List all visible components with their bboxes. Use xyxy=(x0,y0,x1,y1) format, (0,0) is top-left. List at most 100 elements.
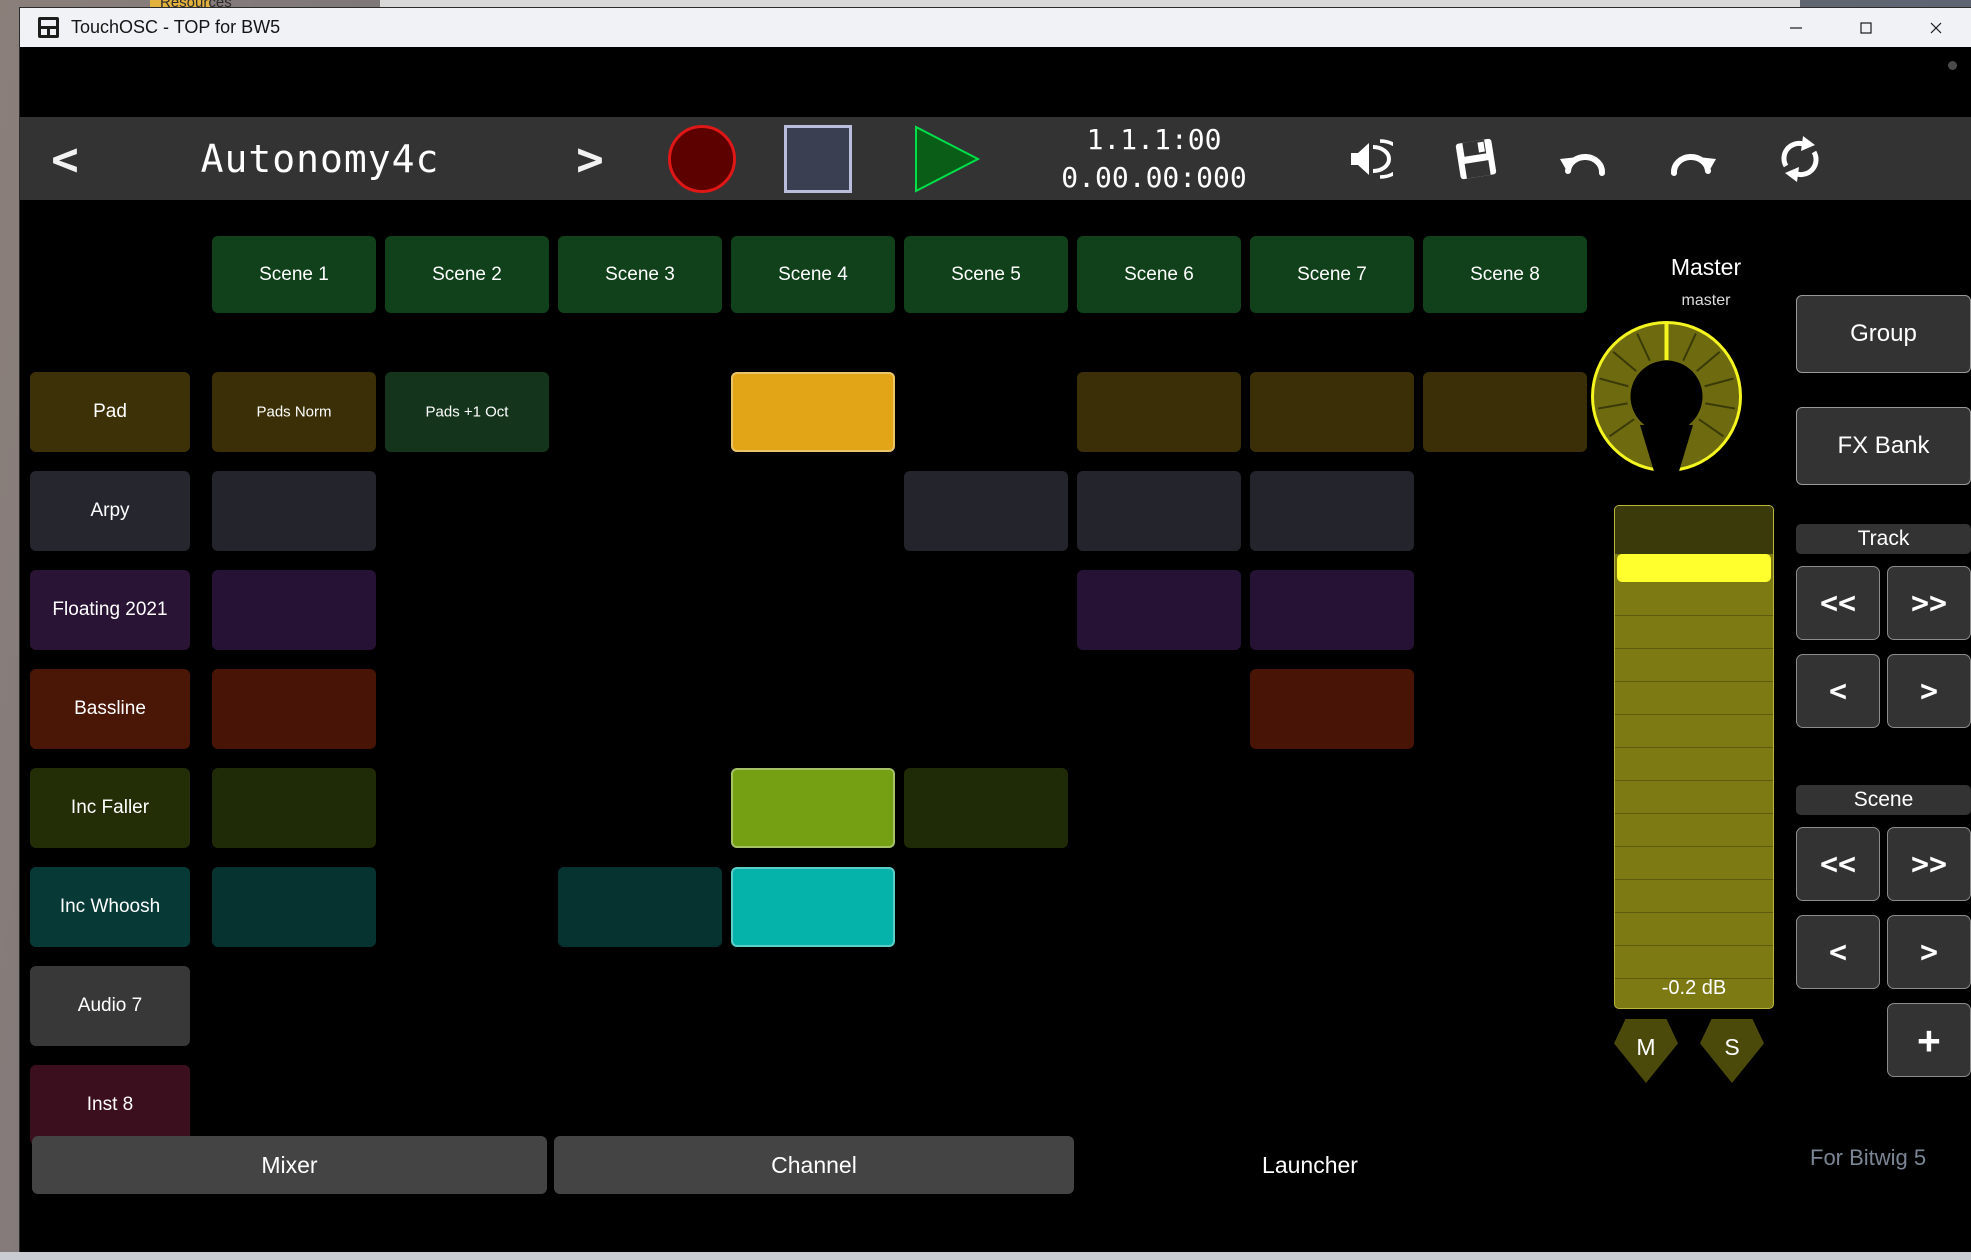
close-button[interactable] xyxy=(1901,8,1971,47)
track-name-label: Bassline xyxy=(74,698,146,719)
solo-label: S xyxy=(1724,1033,1740,1060)
track-header-5[interactable]: Inc Faller xyxy=(30,768,190,848)
loop-icon[interactable] xyxy=(1774,133,1826,185)
clip-slot-t3-s7[interactable] xyxy=(1250,570,1414,650)
track-header-8[interactable]: Inst 8 xyxy=(30,1065,190,1145)
fx-bank-button[interactable]: FX Bank xyxy=(1796,407,1971,485)
clip-slot-t6-s4[interactable] xyxy=(731,867,895,947)
fader-handle[interactable] xyxy=(1617,554,1771,582)
track-header-6[interactable]: Inc Whoosh xyxy=(30,867,190,947)
master-solo-button[interactable]: S xyxy=(1700,1019,1764,1083)
track-header-1[interactable]: Pad xyxy=(30,372,190,452)
scene-button-8[interactable]: Scene 8 xyxy=(1423,236,1587,313)
scene-button-label: Scene 5 xyxy=(951,263,1021,285)
app-canvas: < Autonomy4c > 1.1.1:00 0.00.00:000 Scen… xyxy=(20,47,1971,1260)
tab-mixer[interactable]: Mixer xyxy=(32,1136,547,1194)
fader-ticks xyxy=(1615,582,1773,1008)
scene-button-6[interactable]: Scene 6 xyxy=(1077,236,1241,313)
scene-button-1[interactable]: Scene 1 xyxy=(212,236,376,313)
track-header-4[interactable]: Bassline xyxy=(30,669,190,749)
scene-button-label: Scene 4 xyxy=(778,263,848,285)
clip-slot-t4-s7[interactable] xyxy=(1250,669,1414,749)
record-button[interactable] xyxy=(668,124,736,193)
title-bar: TouchOSC - TOP for BW5 xyxy=(20,8,1971,47)
save-icon[interactable] xyxy=(1450,133,1502,185)
track-header-3[interactable]: Floating 2021 xyxy=(30,570,190,650)
scene-button-label: Scene 2 xyxy=(432,263,502,285)
track-name-label: Inc Whoosh xyxy=(59,896,161,917)
scene-section-label: Scene xyxy=(1796,785,1971,815)
time-bars-beats: 1.1.1:00 xyxy=(1086,122,1222,156)
scene-button-label: Scene 6 xyxy=(1124,263,1194,285)
track-prev-button[interactable]: < xyxy=(1796,654,1880,728)
fader-tick xyxy=(1615,681,1773,682)
fader-tick xyxy=(1615,945,1773,946)
clip-slot-t2-s5[interactable] xyxy=(904,471,1068,551)
forward-button[interactable]: > xyxy=(530,136,650,182)
clip-slot-t1-s1[interactable]: Pads Norm xyxy=(212,372,376,452)
redo-icon[interactable] xyxy=(1666,133,1718,185)
clip-slot-t6-s1[interactable] xyxy=(212,867,376,947)
minimize-button[interactable] xyxy=(1761,8,1831,47)
clip-slot-t1-s4[interactable] xyxy=(731,372,895,452)
maximize-button[interactable] xyxy=(1831,8,1901,47)
tab-launcher[interactable]: Launcher xyxy=(1200,1136,1420,1194)
clip-slot-t5-s1[interactable] xyxy=(212,768,376,848)
track-header-7[interactable]: Audio 7 xyxy=(30,966,190,1046)
tab-channel[interactable]: Channel xyxy=(554,1136,1074,1194)
fader-tick xyxy=(1615,615,1773,616)
track-header-2[interactable]: Arpy xyxy=(30,471,190,551)
track-prev-bank-button[interactable]: << xyxy=(1796,566,1880,640)
clip-slot-t2-s1[interactable] xyxy=(212,471,376,551)
play-button[interactable] xyxy=(912,123,982,195)
transport-time: 1.1.1:00 0.00.00:000 xyxy=(1024,121,1284,197)
clip-slot-t1-s6[interactable] xyxy=(1077,372,1241,452)
scene-button-label: Scene 8 xyxy=(1470,263,1540,285)
undo-icon[interactable] xyxy=(1558,133,1610,185)
clip-slot-t1-s2[interactable]: Pads +1 Oct xyxy=(385,372,549,452)
scene-button-7[interactable]: Scene 7 xyxy=(1250,236,1414,313)
add-button[interactable]: + xyxy=(1887,1003,1971,1077)
stop-button[interactable] xyxy=(784,124,852,193)
clip-slot-t3-s6[interactable] xyxy=(1077,570,1241,650)
master-pan-knob[interactable] xyxy=(1585,315,1748,478)
fader-tick xyxy=(1615,813,1773,814)
clip-slot-t1-s7[interactable] xyxy=(1250,372,1414,452)
track-section-label: Track xyxy=(1796,524,1971,554)
track-next-bank-button[interactable]: >> xyxy=(1887,566,1971,640)
track-next-button[interactable]: > xyxy=(1887,654,1971,728)
clip-slot-t2-s7[interactable] xyxy=(1250,471,1414,551)
scene-button-3[interactable]: Scene 3 xyxy=(558,236,722,313)
scene-next-bank-button[interactable]: >> xyxy=(1887,827,1971,901)
clip-slot-t1-s8[interactable] xyxy=(1423,372,1587,452)
fader-tick xyxy=(1615,648,1773,649)
master-mute-button[interactable]: M xyxy=(1614,1019,1678,1083)
scene-button-4[interactable]: Scene 4 xyxy=(731,236,895,313)
scene-prev-bank-button[interactable]: << xyxy=(1796,827,1880,901)
application-window: TouchOSC - TOP for BW5 < Autonomy4c > 1.… xyxy=(20,8,1971,1260)
group-button[interactable]: Group xyxy=(1796,295,1971,373)
fader-tick xyxy=(1615,747,1773,748)
scene-prev-button[interactable]: < xyxy=(1796,915,1880,989)
clip-label: Pads +1 Oct xyxy=(425,403,509,421)
clip-slot-t2-s6[interactable] xyxy=(1077,471,1241,551)
clip-slot-t5-s5[interactable] xyxy=(904,768,1068,848)
metronome-icon[interactable] xyxy=(1342,133,1394,185)
clip-slot-t3-s1[interactable] xyxy=(212,570,376,650)
clip-slot-t6-s3[interactable] xyxy=(558,867,722,947)
master-mute-solo-row: M S xyxy=(1614,1019,1774,1091)
clip-slot-t4-s1[interactable] xyxy=(212,669,376,749)
taskbar xyxy=(0,1252,1971,1260)
scene-button-2[interactable]: Scene 2 xyxy=(385,236,549,313)
clip-slot-t5-s4[interactable] xyxy=(731,768,895,848)
scene-button-5[interactable]: Scene 5 xyxy=(904,236,1068,313)
master-db-value: -0.2 dB xyxy=(1661,977,1727,999)
track-name-label: Inc Faller xyxy=(70,797,150,818)
back-button[interactable]: < xyxy=(20,136,110,182)
track-name-label: Arpy xyxy=(90,500,130,521)
window-controls xyxy=(1761,8,1971,47)
track-name-label: Inst 8 xyxy=(86,1094,134,1115)
master-volume-fader[interactable]: -0.2 dB xyxy=(1614,505,1774,1009)
time-seconds: 0.00.00:000 xyxy=(1061,160,1247,194)
scene-next-button[interactable]: > xyxy=(1887,915,1971,989)
